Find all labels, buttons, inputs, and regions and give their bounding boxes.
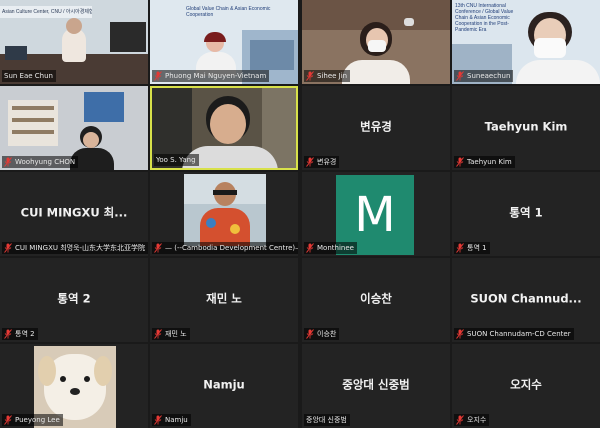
video-tile-monthinee[interactable]: M Monthinee	[302, 172, 450, 256]
slide-text: 13th CNU International Conference / Glob…	[455, 3, 514, 33]
participant-display-name: 통역 1	[509, 205, 543, 220]
video-tile-sun-eae-chun[interactable]: Asian Culture Center, CNU / 아시아경제협력 Sun …	[0, 0, 148, 84]
participant-name: SUON Channudam-CD Center	[467, 330, 571, 338]
video-tile-interpreter-1[interactable]: 통역 1 통역 1	[452, 172, 600, 256]
participant-name: Phuong Mai Nguyen-Vietnam	[165, 72, 267, 80]
slide-text: Asian Culture Center, CNU / 아시아경제협력	[0, 6, 92, 18]
mic-muted-icon	[154, 329, 162, 339]
participant-label: 재민 노	[152, 328, 190, 340]
participant-label: Monthinee	[304, 242, 357, 254]
participant-display-name: 변유경	[360, 119, 392, 134]
participant-label: 변유경	[304, 156, 340, 168]
video-tile-jaemin-no[interactable]: 재민 노 재민 노	[150, 258, 298, 342]
participant-label: Pueyong Lee	[2, 414, 63, 426]
video-tile-woohyung-chon[interactable]: Woohyung CHON	[0, 86, 148, 170]
participant-label: 중앙대 신중범	[304, 414, 350, 426]
participant-name: — (--Cambodia Development Centre)— Da...	[165, 244, 298, 252]
mic-muted-icon	[456, 329, 464, 339]
participant-name: CUI MINGXU 최명욱-山东大学东北亚学院	[15, 244, 146, 252]
participant-name: Sihee Jin	[317, 72, 348, 80]
mic-muted-icon	[154, 71, 162, 81]
participant-label: CUI MINGXU 최명욱-山东大学东北亚学院	[2, 242, 148, 254]
participant-display-name: Taehyun Kim	[484, 119, 568, 134]
participant-display-name: 이승찬	[360, 291, 392, 306]
mic-muted-icon	[154, 243, 162, 253]
participant-label: 통역 2	[2, 328, 38, 340]
participant-label: — (--Cambodia Development Centre)— Da...	[152, 242, 298, 254]
participant-name: Yoo S. Yang	[156, 156, 196, 164]
video-tile-interpreter-2[interactable]: 통역 2 통역 2	[0, 258, 148, 342]
mic-muted-icon	[306, 71, 314, 81]
participant-name: 이승찬	[317, 330, 337, 338]
video-tile-chung-ang-shin-jungbeom[interactable]: 중앙대 신중범 중앙대 신중범	[302, 344, 450, 428]
video-tile-suneaechun[interactable]: 13th CNU International Conference / Glob…	[452, 0, 600, 84]
participant-name: 변유경	[317, 158, 337, 166]
mic-muted-icon	[456, 157, 464, 167]
video-tile-byeon-yugyeong[interactable]: 변유경 변유경	[302, 86, 450, 170]
participant-label: 이승찬	[304, 328, 340, 340]
participant-name: Pueyong Lee	[15, 416, 60, 424]
gallery-grid: Asian Culture Center, CNU / 아시아경제협력 Sun …	[0, 0, 600, 428]
participant-name: 통역 2	[15, 330, 35, 338]
video-tile-suon-channudam[interactable]: SUON Channud... SUON Channudam-CD Center	[452, 258, 600, 342]
mic-muted-icon	[4, 415, 12, 425]
participant-label: SUON Channudam-CD Center	[454, 328, 574, 340]
video-tile-cui-mingxu[interactable]: CUI MINGXU 최... CUI MINGXU 최명욱-山东大学东北亚学院	[0, 172, 148, 256]
participant-name: Sun Eae Chun	[4, 72, 53, 80]
participant-display-name: 재민 노	[206, 291, 242, 306]
participant-display-name: CUI MINGXU 최...	[20, 205, 128, 220]
video-tile-yoo-s-yang-active-speaker[interactable]: Yoo S. Yang	[150, 86, 298, 170]
video-tile-pueyong-lee[interactable]: Pueyong Lee	[0, 344, 148, 428]
participant-label: Taehyun Kim	[454, 156, 515, 168]
mic-muted-icon	[456, 71, 464, 81]
participant-label: Sun Eae Chun	[2, 70, 56, 82]
participant-label: Yoo S. Yang	[154, 154, 199, 166]
participant-label: Namju	[152, 414, 191, 426]
video-tile-phuong-mai-nguyen[interactable]: Global Value Chain & Asian Economic Coop…	[150, 0, 298, 84]
participant-label: Phuong Mai Nguyen-Vietnam	[152, 70, 270, 82]
video-tile-namju[interactable]: Namju Namju	[150, 344, 298, 428]
participant-label: Woohyung CHON	[2, 156, 79, 168]
participant-name: 중앙대 신중범	[306, 416, 347, 424]
participant-name: 통역 1	[467, 244, 487, 252]
mic-muted-icon	[154, 415, 162, 425]
mic-muted-icon	[456, 415, 464, 425]
mic-muted-icon	[4, 157, 12, 167]
participant-display-name: SUON Channud...	[470, 291, 582, 306]
participant-name: 재민 노	[165, 330, 187, 338]
participant-label: Suneaechun	[454, 70, 514, 82]
mic-muted-icon	[306, 157, 314, 167]
video-tile-cambodia-development-centre[interactable]: — (--Cambodia Development Centre)— Da...	[150, 172, 298, 256]
video-tile-lee-seungchan[interactable]: 이승찬 이승찬	[302, 258, 450, 342]
participant-display-name: 중앙대 신중범	[342, 377, 410, 392]
participant-name: Monthinee	[317, 244, 354, 252]
mic-muted-icon	[456, 243, 464, 253]
participant-display-name: 통역 2	[57, 291, 91, 306]
video-tile-taehyun-kim[interactable]: Taehyun Kim Taehyun Kim	[452, 86, 600, 170]
participant-label: 통역 1	[454, 242, 490, 254]
participant-name: Namju	[165, 416, 188, 424]
participant-name: 오지수	[467, 416, 487, 424]
participant-display-name: 오지수	[510, 377, 542, 392]
video-tile-sihee-jin[interactable]: Sihee Jin	[302, 0, 450, 84]
participant-label: 오지수	[454, 414, 490, 426]
mic-muted-icon	[4, 243, 12, 253]
participant-name: Suneaechun	[467, 72, 511, 80]
participant-display-name: Namju	[203, 377, 245, 392]
participant-label: Sihee Jin	[304, 70, 351, 82]
participant-name: Taehyun Kim	[467, 158, 512, 166]
mic-muted-icon	[306, 243, 314, 253]
slide-text: Global Value Chain & Asian Economic Coop…	[186, 6, 271, 18]
participant-name: Woohyung CHON	[15, 158, 76, 166]
video-tile-oh-jisu[interactable]: 오지수 오지수	[452, 344, 600, 428]
mic-muted-icon	[4, 329, 12, 339]
mic-muted-icon	[306, 329, 314, 339]
